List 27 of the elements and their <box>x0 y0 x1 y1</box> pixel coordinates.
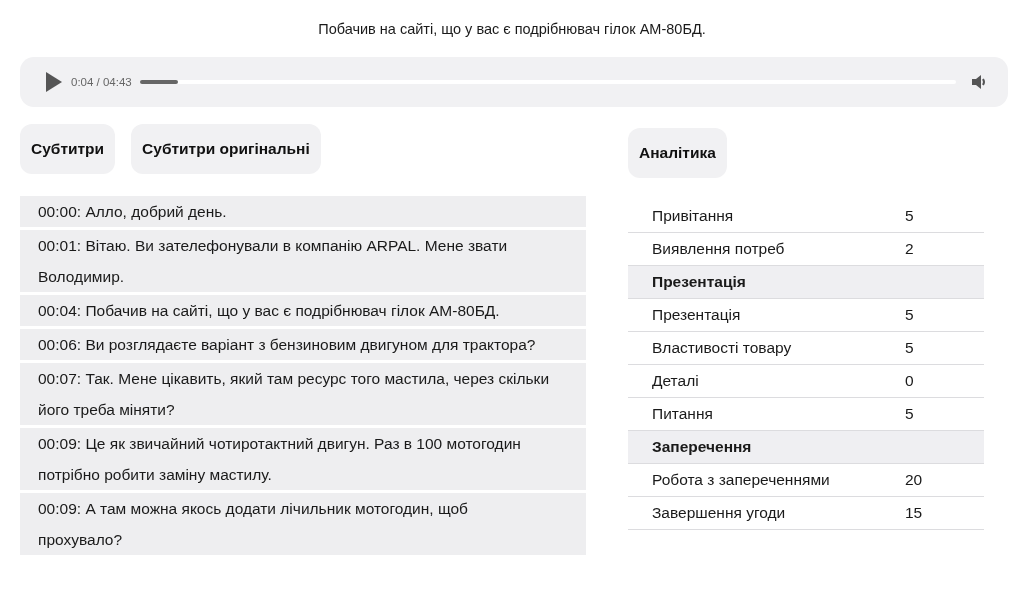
volume-icon[interactable] <box>972 75 988 89</box>
metric-value: 5 <box>905 339 914 357</box>
metric-value: 5 <box>905 306 914 324</box>
metric-label: Привітання <box>652 207 735 225</box>
metric-value: 15 <box>905 504 923 522</box>
metric-label: Презентація <box>652 306 742 324</box>
metric-label: Завершення угоди <box>652 504 787 522</box>
subtitles-tab[interactable]: Субтитри оригінальні <box>131 124 321 174</box>
audio-player[interactable]: 0:04 / 04:43 <box>20 57 1008 107</box>
metric-label: Властивості товару <box>652 339 793 357</box>
metric-value: 20 <box>905 471 923 489</box>
metric-label: Робота з запереченнями <box>652 471 831 489</box>
section-header: Заперечення <box>628 431 984 464</box>
metric-label: Виявлення потреб <box>652 240 786 258</box>
metric-label: Питання <box>652 405 714 423</box>
audio-caption: Побачив на сайті, що у вас є подрібнювач гілок АМ-80БД. <box>317 20 707 39</box>
metric-value: 0 <box>905 372 914 390</box>
section-header: Презентація <box>628 266 984 299</box>
play-icon[interactable] <box>46 72 62 92</box>
metric-value: 5 <box>905 405 914 423</box>
subtitles-tab[interactable]: Субтитри <box>20 124 116 174</box>
progress-fill <box>139 80 178 84</box>
metric-label: Деталі <box>652 372 700 390</box>
time-display: 0:04 / 04:43 <box>71 76 132 88</box>
metric-value: 2 <box>905 240 914 258</box>
metric-value: 5 <box>905 207 914 225</box>
analytics-tab[interactable]: Аналітика <box>628 128 727 178</box>
